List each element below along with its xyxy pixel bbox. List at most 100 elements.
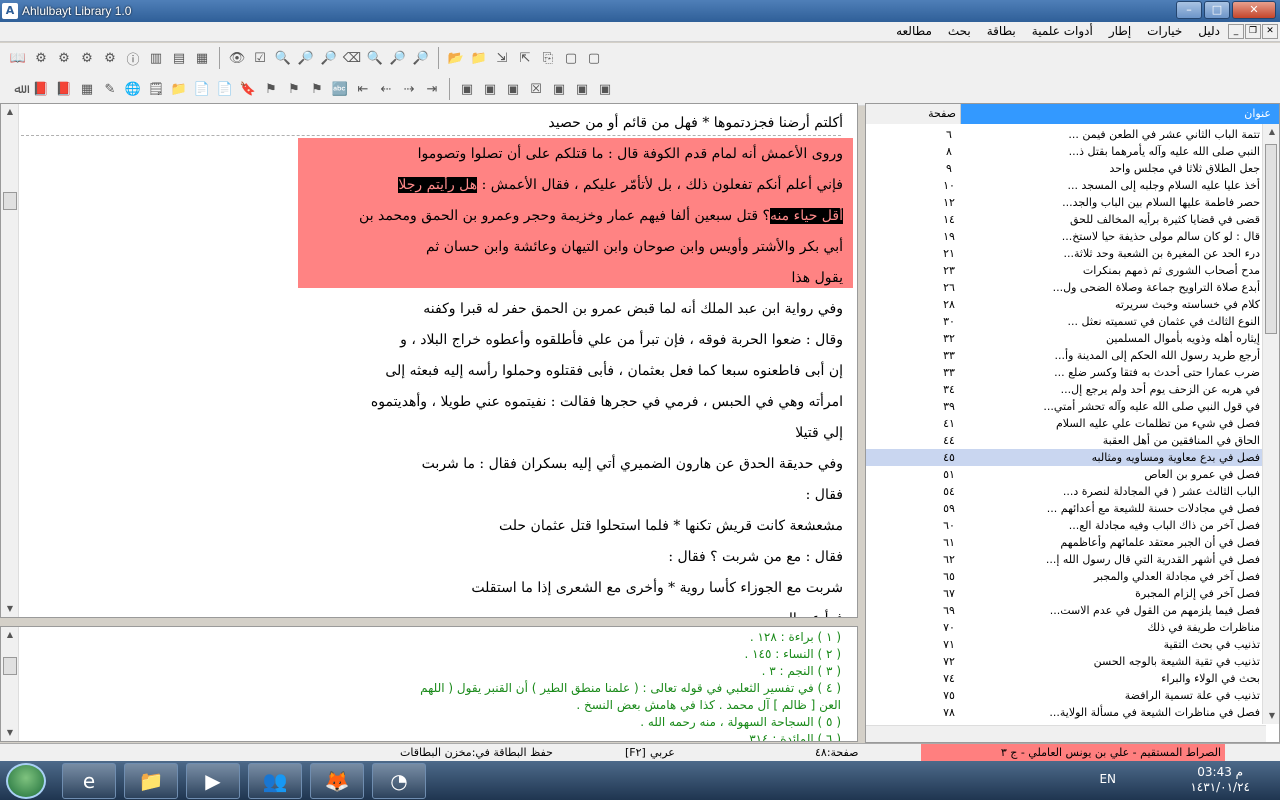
index-horizontal-scrollbar[interactable]	[866, 725, 1266, 742]
index-row[interactable]: فصل في مناظرات الشيعة في مسألة الولاية..…	[866, 704, 1264, 721]
library-app-icon[interactable]: ◔	[372, 763, 426, 799]
minimize-button[interactable]: –	[1176, 1, 1202, 19]
document-list-icon[interactable]: 📄	[215, 79, 235, 99]
info-icon[interactable]: ⓘ	[123, 48, 143, 68]
folder-yellow-icon[interactable]: 📁	[169, 79, 189, 99]
index-row[interactable]: فصل في بدع معاوية ومساويه ومثالبه ٤٥	[866, 449, 1264, 466]
index-row[interactable]: فصل آخر في إلزام المجبرة ٦٧	[866, 585, 1264, 602]
pencil-icon[interactable]: ✎	[100, 79, 120, 99]
globe-icon[interactable]: 🌐	[123, 79, 143, 99]
menu-item[interactable]: مطالعه	[896, 24, 932, 38]
card-paste-icon[interactable]: ▣	[503, 79, 523, 99]
index-row[interactable]: الحاق في المنافقين من أهل العقبة ٤٤	[866, 432, 1264, 449]
mdi-minimize-button[interactable]: _	[1228, 24, 1244, 39]
index-row[interactable]: في هربه عن الزحف يوم أحد ولم يرجع إل... ٣…	[866, 381, 1264, 398]
footnotes-scrollbar[interactable]: ▲ ▼	[1, 627, 19, 741]
note-icon[interactable]: 🗒	[146, 79, 166, 99]
allah-icon[interactable]: ﷲ	[8, 79, 28, 99]
panel-left-icon[interactable]: ▥	[146, 48, 166, 68]
search-forward-icon[interactable]: 🔎	[411, 48, 431, 68]
panel-full-icon[interactable]: ▦	[192, 48, 212, 68]
arrow-next-icon[interactable]: ⇢	[399, 79, 419, 99]
card-edit-icon[interactable]: ▢	[584, 48, 604, 68]
cards-icon[interactable]: ▢	[561, 48, 581, 68]
card-add-icon[interactable]: ▣	[457, 79, 477, 99]
book-red-icon[interactable]: 📕	[54, 79, 74, 99]
reader-pane[interactable]: ▲ ▼ أكلتم أرضنا فجزدتموها * فهل من قائم …	[0, 103, 858, 618]
scroll-down-arrow[interactable]: ▼	[1263, 708, 1279, 724]
close-button[interactable]: ✕	[1232, 1, 1276, 19]
menu-item[interactable]: خيارات	[1147, 24, 1182, 38]
maximize-button[interactable]: □	[1204, 1, 1230, 19]
eraser-icon[interactable]: ⌫	[342, 48, 362, 68]
search-back-icon[interactable]: 🔎	[388, 48, 408, 68]
column-page[interactable]: صفحة	[866, 104, 961, 124]
card-save-icon[interactable]: ▣	[572, 79, 592, 99]
index-row[interactable]: فصل في مجادلات حسنة للشيعة مع أعدائهم ..…	[866, 500, 1264, 517]
index-row[interactable]: تتمة الباب الثاني عشر في الطعن فيمن ... ٦	[866, 126, 1264, 143]
search-text-icon[interactable]: 🔍	[273, 48, 293, 68]
index-vertical-scrollbar[interactable]: ▲ ▼	[1262, 124, 1279, 724]
index-row[interactable]: مناظرات طريفة في ذلك ٧٠	[866, 619, 1264, 636]
arrow-first-icon[interactable]: ⇤	[353, 79, 373, 99]
arrow-last-icon[interactable]: ⇥	[422, 79, 442, 99]
index-row[interactable]: قال : لو كان سالم مولى حذيفة حيا لاستخ..…	[866, 228, 1264, 245]
index-row[interactable]: قضى في قضايا كثيرة برأيه المخالف للحق ١٤	[866, 211, 1264, 228]
bookmark-icon[interactable]: 🔖	[238, 79, 258, 99]
index-row[interactable]: أرجع طريد رسول الله الحكم إلى المدينة وأ…	[866, 347, 1264, 364]
mdi-close-button[interactable]: ✕	[1262, 24, 1278, 39]
card-delete-icon[interactable]: ☒	[526, 79, 546, 99]
index-row[interactable]: فصل فيما يلزمهم من القول في عدم الاست...…	[866, 602, 1264, 619]
selected-text[interactable]: هل رأيتم رجلا	[398, 177, 478, 193]
book-open-icon[interactable]: 📖	[8, 48, 28, 68]
mdi-restore-button[interactable]: ❐	[1245, 24, 1261, 39]
search-icon[interactable]: ⚙	[100, 48, 120, 68]
scroll-up-arrow[interactable]: ▲	[1, 627, 19, 643]
scroll-up-arrow[interactable]: ▲	[1263, 124, 1279, 140]
index-row[interactable]: بحث في الولاء والبراء ٧٤	[866, 670, 1264, 687]
search-next-icon[interactable]: 🔎	[296, 48, 316, 68]
index-row[interactable]: تذنيب في بحث التقية ٧١	[866, 636, 1264, 653]
index-row[interactable]: ضرب عمارا حتى أحدث به فتقا وكسر ضلع ... ٣…	[866, 364, 1264, 381]
index-row[interactable]: فصل في أن الجبر معتقد علمائهم وأعاظمهم ٦١	[866, 534, 1264, 551]
arrow-prev-icon[interactable]: ⇠	[376, 79, 396, 99]
flag-up-icon[interactable]: ⚑	[284, 79, 304, 99]
text-size-icon[interactable]: 🔤	[330, 79, 350, 99]
import-icon[interactable]: ⇲	[492, 48, 512, 68]
card-copy-icon[interactable]: ▣	[480, 79, 500, 99]
flag-icon[interactable]: ⚑	[261, 79, 281, 99]
folder-new-icon[interactable]: 📁	[469, 48, 489, 68]
book-text[interactable]: أكلتم أرضنا فجزدتموها * فهل من قائم أو م…	[13, 108, 843, 617]
export-icon[interactable]: ⇱	[515, 48, 535, 68]
settings-icon[interactable]: ⚙	[77, 48, 97, 68]
quran-icon[interactable]: 📕	[31, 79, 51, 99]
calculator-icon[interactable]: ▦	[77, 79, 97, 99]
index-row[interactable]: في قول النبي صلى الله عليه وآله تحشر أمت…	[866, 398, 1264, 415]
footnotes-pane[interactable]: ▲ ▼ ( ١ ) براءة : ١٢٨ . ( ٢ ) النساء : ١٤…	[0, 626, 858, 742]
menu-item[interactable]: بطاقة	[987, 24, 1016, 38]
index-row[interactable]: أخذ عليا عليه السلام وجلبه إلى المسجد ..…	[866, 177, 1264, 194]
selected-text[interactable]: أقل حياء منه	[769, 208, 843, 224]
firefox-icon[interactable]: 🦊	[310, 763, 364, 799]
panel-right-icon[interactable]: ▤	[169, 48, 189, 68]
menu-item[interactable]: أدوات علمية	[1032, 24, 1093, 38]
index-row[interactable]: تذنيب في تقية الشيعة بالوجه الحسن ٧٢	[866, 653, 1264, 670]
index-row[interactable]: فصل في أشهر القدرية التي قال رسول الله إ…	[866, 551, 1264, 568]
index-row[interactable]: النوع الثالث في عثمان في تسميته نعثل ...…	[866, 313, 1264, 330]
users-icon[interactable]: 👥	[248, 763, 302, 799]
index-row[interactable]: النبي صلى الله عليه وآله يأمرهما بقتل ذ.…	[866, 143, 1264, 160]
binoculars-icon[interactable]: 👁	[227, 48, 247, 68]
menu-item[interactable]: بحث	[948, 24, 971, 38]
internet-explorer-icon[interactable]: e	[62, 763, 116, 799]
index-row[interactable]: تذنيب في علة تسمية الرافضة ٧٥	[866, 687, 1264, 704]
index-row[interactable]: إيثاره أهله وذويه بأموال المسلمين ٣٢	[866, 330, 1264, 347]
clock[interactable]: 03:43 م ١٤٣١/٠١/٢٤	[1190, 765, 1250, 795]
folder-open-icon[interactable]: 📂	[446, 48, 466, 68]
index-row[interactable]: فصل في شيء من تظلمات علي عليه السلام ٤١	[866, 415, 1264, 432]
index-row[interactable]: جعل الطلاق ثلاثا في مجلس واحد ٩	[866, 160, 1264, 177]
document-icon[interactable]: 📄	[192, 79, 212, 99]
flag-down-icon[interactable]: ⚑	[307, 79, 327, 99]
media-player-icon[interactable]: ▶	[186, 763, 240, 799]
explorer-icon[interactable]: 📁	[124, 763, 178, 799]
start-button[interactable]	[6, 763, 46, 799]
